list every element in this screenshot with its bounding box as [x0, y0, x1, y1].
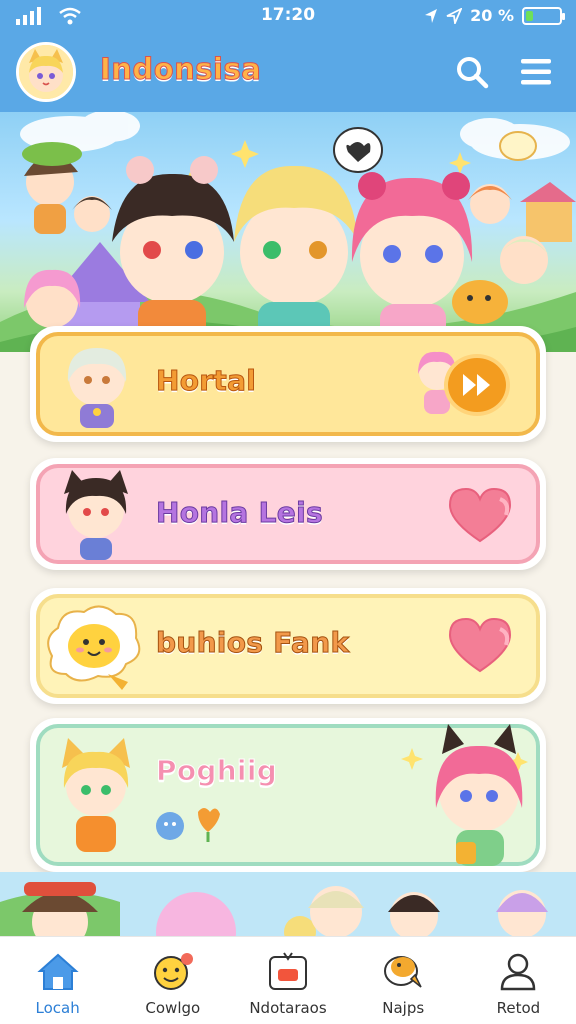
- battery-percent: 20 %: [470, 6, 514, 25]
- nav-label: Ndotaraos: [249, 999, 327, 1017]
- nav-item-retod[interactable]: Retod: [461, 937, 576, 1024]
- card-label: Honla Leis: [156, 496, 324, 530]
- pink-cat-character-icon: [401, 724, 528, 866]
- home-icon: [36, 949, 80, 993]
- heart-icon: [448, 487, 512, 543]
- menu-card-poghiig[interactable]: Poghiig: [30, 718, 546, 872]
- avatar-character-icon: [19, 45, 73, 99]
- menu-card-hortal[interactable]: Hortal: [30, 326, 546, 442]
- heart-icon: [448, 617, 512, 673]
- hamburger-menu-icon: [521, 59, 551, 85]
- blonde-cat-character-icon: [62, 738, 130, 852]
- nav-label: Retod: [496, 999, 541, 1017]
- hero-banner: [0, 112, 576, 352]
- card-label: buhios Fank: [155, 626, 350, 660]
- play-button[interactable]: [444, 354, 510, 416]
- egg-chick-icon: [47, 605, 141, 690]
- nav-label: Najps: [382, 999, 425, 1017]
- battery-fill: [526, 10, 533, 21]
- nav-item-najps[interactable]: Najps: [346, 937, 461, 1024]
- user-icon: [496, 949, 540, 993]
- menu-card-honla-leis[interactable]: Honla Leis: [30, 458, 546, 570]
- card-label: Poghiig: [155, 754, 278, 788]
- menu-card-buhios-fank[interactable]: buhios Fank: [30, 588, 546, 704]
- nav-item-locah[interactable]: Locah: [0, 937, 115, 1024]
- app-title: Indonsisa: [99, 52, 262, 87]
- nav-label: Locah: [35, 999, 80, 1017]
- fast-forward-icon: [463, 374, 490, 396]
- status-bar: 17:20 20 %: [0, 0, 576, 32]
- nav-label: Cowlgo: [145, 999, 201, 1017]
- nav-item-cowlgo[interactable]: Cowlgo: [115, 937, 230, 1024]
- mini-pets-icon: [156, 808, 220, 842]
- battery-icon: [522, 6, 565, 25]
- bottom-nav: Locah Cowlgo Ndotaraos Najps Retod: [0, 936, 576, 1024]
- character-thumbnail-icon: [64, 470, 128, 560]
- card-label: Hortal: [155, 364, 257, 398]
- bottom-characters-strip: [0, 872, 576, 936]
- chick-icon: [381, 949, 425, 993]
- banner-illustration: [0, 112, 576, 352]
- menu-button[interactable]: [516, 52, 556, 92]
- favorite-button[interactable]: [442, 614, 518, 676]
- nav-item-ndotaraos[interactable]: Ndotaraos: [230, 937, 345, 1024]
- search-button[interactable]: [452, 52, 492, 92]
- avatar[interactable]: [16, 42, 76, 102]
- search-icon: [457, 57, 489, 89]
- location-arrow-icon: [425, 8, 438, 23]
- inbox-icon: [266, 949, 310, 993]
- navigation-icon: [446, 7, 463, 24]
- character-thumbnail-icon: [67, 348, 127, 428]
- status-right: 20 %: [424, 6, 565, 25]
- favorite-button[interactable]: [442, 484, 518, 546]
- app-header: Indonsisa: [0, 32, 576, 112]
- emoji-icon: [151, 949, 195, 993]
